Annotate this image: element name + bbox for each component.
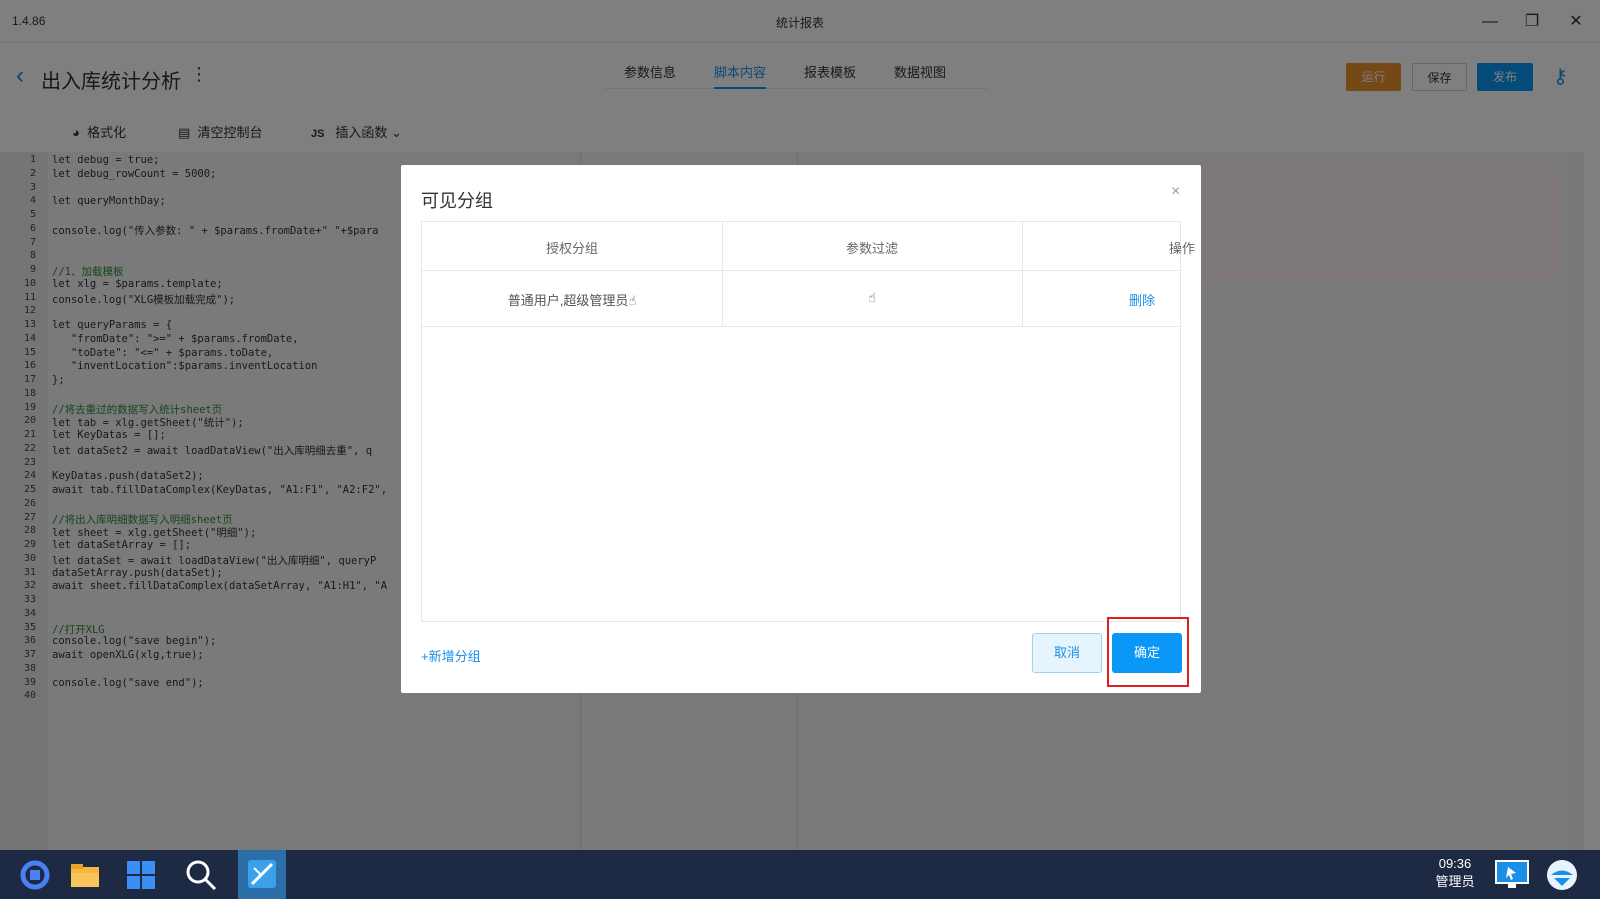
clock-time: 09:36 (1438, 856, 1472, 871)
group-cell[interactable]: 普通用户,超级管理员☝ (422, 290, 722, 309)
column-header-groups: 授权分组 (545, 241, 598, 256)
add-group-link[interactable]: +新增分组 (421, 646, 481, 665)
report-app-icon[interactable] (238, 850, 286, 899)
delete-link[interactable]: 删除 (1102, 290, 1182, 309)
table-divider (422, 326, 1180, 327)
clock[interactable]: 09:36 管理员 (1425, 856, 1485, 890)
taskbar: 09:36 管理员 (0, 850, 1600, 899)
cancel-button[interactable]: 取消 (1032, 633, 1102, 673)
monitor-icon[interactable] (1494, 858, 1530, 892)
current-user: 管理员 (1435, 874, 1475, 889)
visible-groups-dialog: 可见分组 × 授权分组 参数过滤 操作 普通用户,超级管理员☝ ☝ 删除 +新增… (401, 165, 1201, 693)
close-icon[interactable]: × (1171, 183, 1180, 201)
hand-icon: ☝ (628, 293, 637, 308)
column-header-action: 操作 (1168, 241, 1195, 256)
column-header-filter: 参数过滤 (845, 241, 898, 256)
table-divider (422, 270, 1180, 271)
group-names: 普通用户,超级管理员 (507, 293, 629, 308)
highlight-box (1107, 617, 1189, 687)
hand-icon: ☝ (868, 290, 876, 305)
dialog-title: 可见分组 (421, 191, 493, 211)
windows-grid-icon[interactable] (124, 858, 160, 892)
folder-icon[interactable] (68, 858, 104, 892)
cloud-sync-icon[interactable] (1544, 858, 1580, 892)
filter-cell[interactable]: ☝ (722, 290, 1022, 306)
search-icon[interactable] (184, 858, 220, 892)
system-logo-icon[interactable] (18, 858, 54, 892)
groups-table: 授权分组 参数过滤 操作 普通用户,超级管理员☝ ☝ 删除 (421, 221, 1195, 622)
